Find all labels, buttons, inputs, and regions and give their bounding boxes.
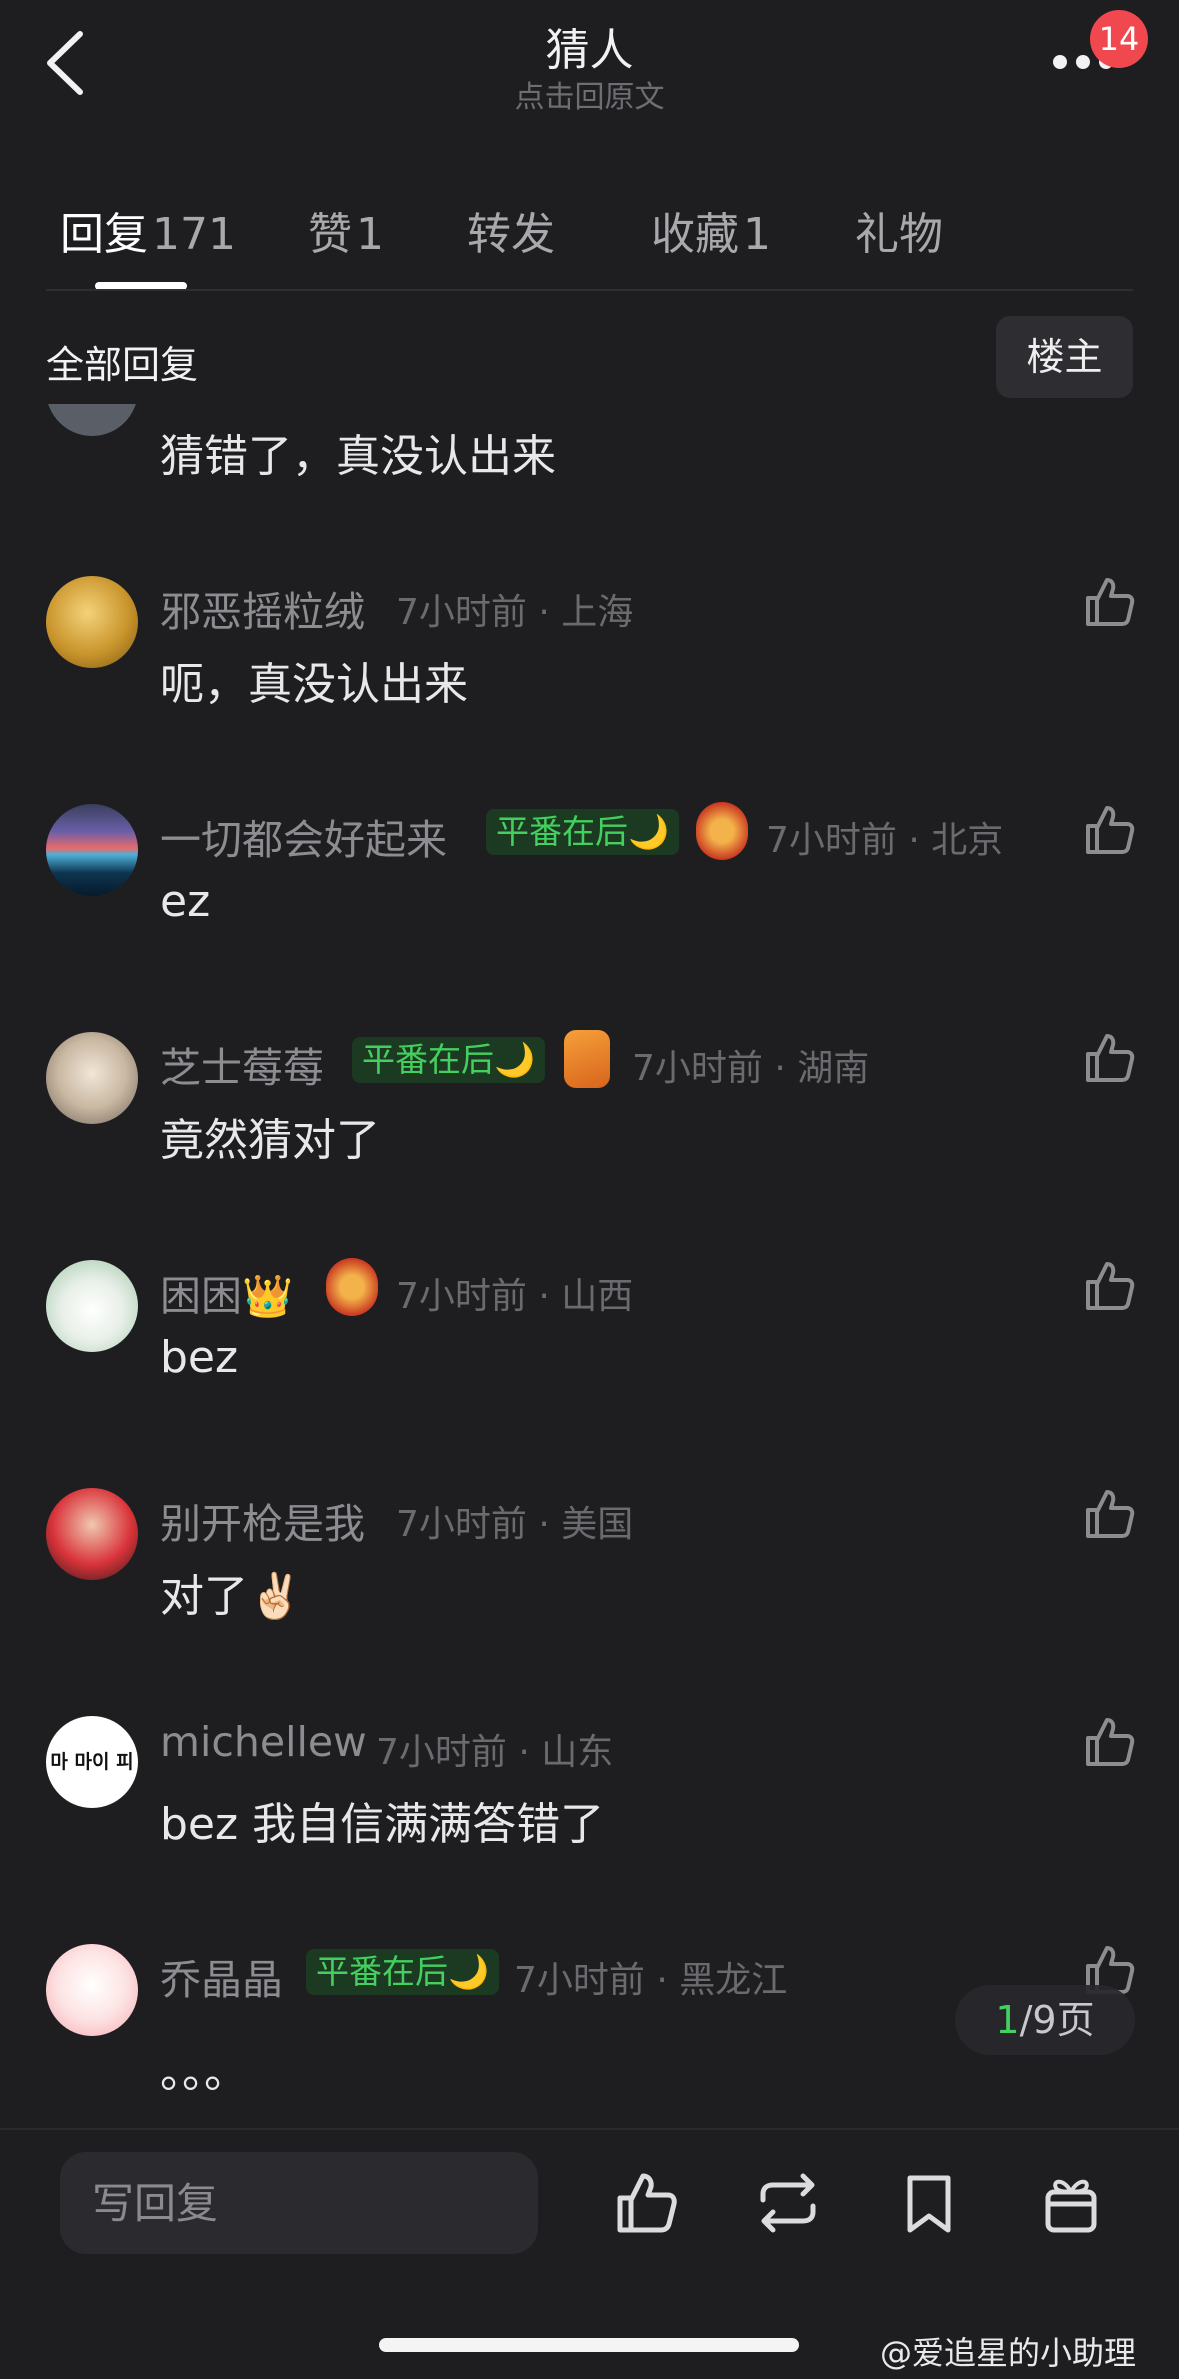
tab-favorites[interactable]: 收藏1: [651, 198, 771, 262]
comment-meta: 7小时前 · 山东: [376, 1732, 614, 1773]
page-indicator[interactable]: 1/9页: [955, 1985, 1135, 2055]
tab-label: 赞: [308, 209, 352, 260]
home-indicator: [379, 2338, 799, 2352]
fan-medal-badge: 平番在后🌙: [486, 809, 680, 855]
page-title: 猜人: [545, 25, 634, 76]
bookmark-icon[interactable]: [894, 2168, 964, 2238]
tab-count: 1: [743, 209, 771, 260]
tab-label: 转发: [467, 209, 555, 260]
all-replies-heading: 全部回复: [46, 343, 199, 387]
like-icon[interactable]: [1082, 1258, 1138, 1314]
avatar[interactable]: [46, 576, 138, 668]
watermark: @爱追星的小助理: [880, 2334, 1137, 2372]
bottom-bar-divider: [0, 2128, 1179, 2130]
comment-author[interactable]: 芝士莓莓: [160, 1034, 324, 1094]
tab-count: 1: [356, 209, 384, 260]
comment-author[interactable]: michellew: [160, 1718, 367, 1766]
tab-gifts[interactable]: 礼物: [855, 198, 943, 262]
like-icon[interactable]: [1082, 1714, 1138, 1770]
comment-author[interactable]: 乔晶晶: [160, 1946, 283, 2006]
tab-label: 回复: [60, 209, 148, 260]
fan-medal-badge: 平番在后🌙: [352, 1037, 546, 1083]
tab-likes[interactable]: 赞1: [308, 198, 384, 262]
gift-icon[interactable]: [1036, 2168, 1106, 2238]
tab-label: 礼物: [855, 209, 943, 260]
avatar[interactable]: [46, 1488, 138, 1580]
comment-meta: 7小时前 · 山西: [396, 1276, 634, 1317]
mascot-sticker-icon: [326, 1258, 378, 1316]
tab-label: 收藏: [651, 209, 739, 260]
like-icon[interactable]: [1082, 802, 1138, 858]
tabs-divider: [46, 289, 1133, 291]
comment-meta: 7小时前 · 湖南: [632, 1048, 870, 1089]
comment-author[interactable]: 别开枪是我: [160, 1490, 365, 1550]
comment-text: 对了✌🏻: [160, 1571, 303, 1622]
tab-count: 171: [152, 209, 236, 260]
comment-text: bez: [160, 1332, 239, 1383]
avatar[interactable]: [46, 804, 138, 896]
comment-text: 呃，真没认出来: [160, 659, 468, 710]
mascot-sticker-icon: [696, 802, 748, 860]
comment-text: bez 我自信满满答错了: [160, 1799, 605, 1850]
avatar[interactable]: [46, 1032, 138, 1124]
notification-badge: 14: [1090, 10, 1148, 68]
owner-only-button[interactable]: 楼主: [996, 316, 1133, 398]
like-icon[interactable]: [1082, 1486, 1138, 1542]
repost-icon[interactable]: [753, 2168, 823, 2238]
comment-text: 猜错了，真没认出来: [160, 431, 556, 482]
comment-author[interactable]: 邪恶摇粒绒: [160, 578, 365, 638]
comment-text: 。。。: [160, 2047, 248, 2098]
fan-medal-badge: 平番在后🌙: [306, 1949, 500, 1995]
comment-text: ez: [160, 876, 211, 927]
comment-meta: 7小时前 · 美国: [396, 1504, 634, 1545]
comment-author[interactable]: 一切都会好起来: [160, 806, 447, 866]
current-page: 1: [995, 1998, 1020, 2042]
tab-replies[interactable]: 回复171: [60, 198, 236, 262]
like-icon[interactable]: [1082, 1030, 1138, 1086]
comment-text: 竟然猜对了: [160, 1115, 380, 1166]
tab-reposts[interactable]: 转发: [467, 198, 555, 262]
avatar[interactable]: [46, 1260, 138, 1352]
comment-author[interactable]: 困困👑: [160, 1262, 293, 1322]
comment-meta: 7小时前 · 上海: [396, 592, 634, 633]
comment-meta: 7小时前 · 黑龙江: [514, 1960, 788, 2001]
llama-sticker-icon: [564, 1030, 610, 1088]
avatar[interactable]: 마 마이 피: [46, 1716, 138, 1808]
reply-input[interactable]: [60, 2152, 538, 2254]
comment-meta: 7小时前 · 北京: [766, 820, 1004, 861]
like-icon[interactable]: [612, 2168, 682, 2238]
like-icon[interactable]: [1082, 574, 1138, 630]
back-to-original-link[interactable]: 点击回原文: [0, 72, 1179, 116]
total-pages: /9页: [1019, 1998, 1095, 2042]
avatar[interactable]: [46, 1944, 138, 2036]
